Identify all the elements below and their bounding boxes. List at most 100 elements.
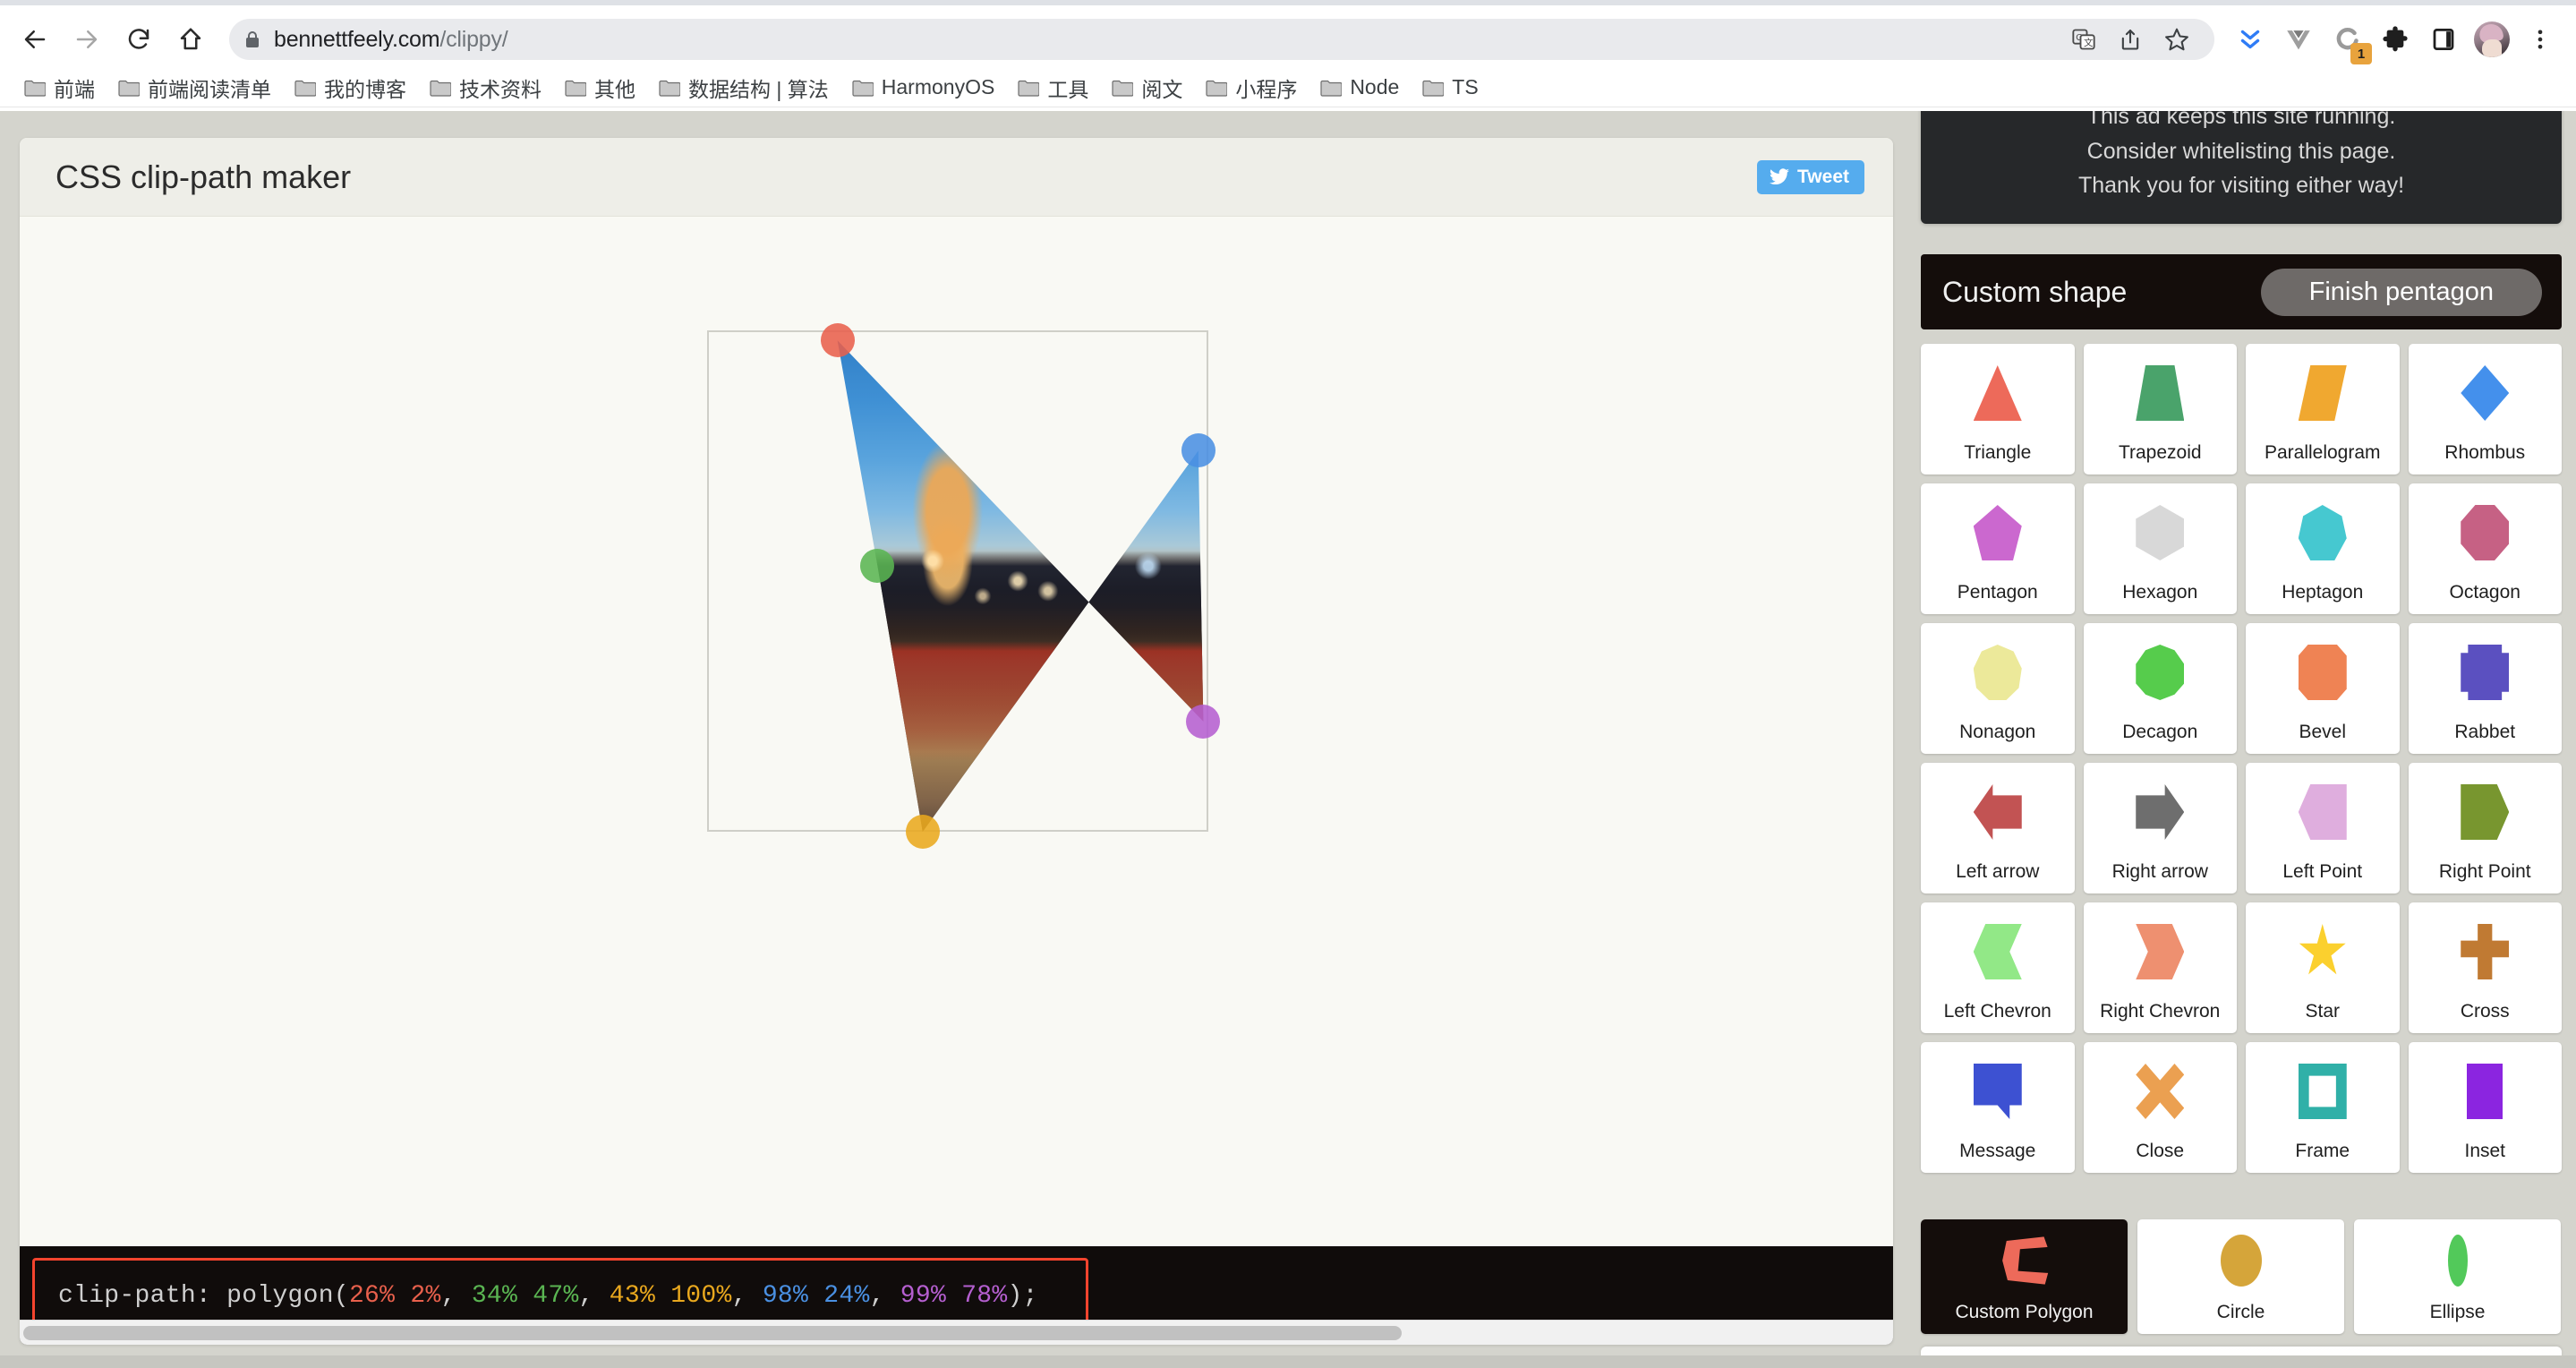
translate-icon[interactable]: G文 [2062, 18, 2105, 61]
trapezoid-shape-icon [2084, 344, 2238, 442]
shape-cell-left-chevron[interactable]: Left Chevron [1921, 902, 2075, 1033]
shape-cell-circle[interactable]: Circle [2137, 1219, 2344, 1334]
bookmark-label: 小程序 [1235, 77, 1298, 101]
shape-cell-star[interactable]: Star [2246, 902, 2400, 1033]
shape-cell-trapezoid[interactable]: Trapezoid [2083, 344, 2238, 475]
shape-cell-left-point[interactable]: Left Point [2246, 763, 2400, 893]
vue-devtools-icon[interactable] [2275, 16, 2322, 63]
clip-path-code: clip-path: polygon(26% 2%, 34% 47%, 43% … [58, 1281, 1038, 1310]
bookmark-folder[interactable]: 阅文 [1100, 68, 1194, 107]
shape-cell-nonagon[interactable]: Nonagon [1921, 623, 2075, 754]
code-point-0-y: 2% [410, 1281, 441, 1310]
parallelogram-shape-icon [2246, 344, 2400, 442]
home-icon[interactable] [165, 13, 217, 65]
shape-cell-rabbet[interactable]: Rabbet [2408, 623, 2562, 754]
clip-handle-1[interactable] [860, 549, 895, 584]
scrollbar-thumb[interactable] [23, 1326, 1402, 1340]
page-header: CSS clip-path maker Tweet [20, 138, 1893, 217]
shape-cell-right-point[interactable]: Right Point [2408, 763, 2562, 893]
extension-badge-icon[interactable]: 1 [2324, 16, 2372, 64]
shape-cell-inset[interactable]: Inset [2408, 1042, 2562, 1173]
shape-label: Right Chevron [2100, 1001, 2221, 1022]
shape-cell-rhombus[interactable]: Rhombus [2408, 344, 2562, 475]
shape-cell-close[interactable]: Close [2083, 1042, 2237, 1173]
share-icon[interactable] [2109, 18, 2152, 61]
hexagon-shape-icon [2084, 483, 2238, 582]
shape-label: Pentagon [1957, 582, 2038, 603]
folder-icon [1112, 79, 1134, 97]
code-point-4-x: 99% [900, 1281, 947, 1310]
shape-cell-parallelogram[interactable]: Parallelogram [2246, 344, 2400, 475]
shape-cell-frame[interactable]: Frame [2246, 1042, 2400, 1173]
bookmark-folder[interactable]: 数据结构 | 算法 [647, 68, 840, 107]
clip-handle-2[interactable] [905, 815, 940, 849]
horizontal-scrollbar[interactable] [20, 1320, 1893, 1345]
bookmark-folder[interactable]: 我的博客 [283, 68, 418, 107]
code-point-1-x: 34% [471, 1281, 518, 1310]
kebab-menu-icon[interactable] [2517, 16, 2563, 63]
shape-label: Inset [2464, 1141, 2506, 1161]
code-point-3-y: 24% [823, 1281, 870, 1310]
shape-cell-right-arrow[interactable]: Right arrow [2083, 763, 2238, 893]
shape-cell-triangle[interactable]: Triangle [1921, 344, 2075, 475]
bookmark-folder[interactable]: 工具 [1006, 68, 1100, 107]
extension-badge-count: 1 [2350, 43, 2372, 64]
code-point-4-y: 78% [961, 1281, 1008, 1310]
address-bar[interactable]: bennettfeely.com/clippy/ G文 [229, 19, 2214, 60]
ad-notice: This ad keeps this site running. Conside… [1921, 111, 2562, 224]
ad-line-3: Thank you for visiting either way! [2077, 173, 2405, 199]
shape-cell-bevel[interactable]: Bevel [2246, 623, 2400, 754]
code-point-3-x: 98% [762, 1281, 809, 1310]
shape-label: Heptagon [2282, 582, 2364, 603]
shape-cell-cross[interactable]: Cross [2408, 902, 2562, 1033]
bookmark-folder[interactable]: 前端 [13, 68, 107, 107]
twitter-bird-icon [1770, 167, 1790, 184]
bookmark-folder[interactable]: HarmonyOS [840, 71, 1007, 104]
folder-icon [118, 79, 140, 97]
bookmark-label: 我的博客 [324, 77, 406, 101]
code-property: clip-path: polygon( [58, 1281, 349, 1310]
folder-icon [430, 79, 451, 97]
puzzle-icon[interactable] [2372, 16, 2418, 63]
clip-canvas-area [20, 217, 1893, 1246]
star-icon[interactable] [2155, 18, 2198, 61]
shape-cell-message[interactable]: Message [1921, 1042, 2075, 1173]
shape-sidebar: This ad keeps this site running. Conside… [1906, 111, 2576, 1368]
avatar[interactable] [2469, 16, 2515, 63]
ellipse-shape-icon [2354, 1219, 2561, 1302]
back-arrow-icon[interactable] [9, 13, 61, 65]
bookmark-folder[interactable]: 小程序 [1194, 68, 1309, 107]
shape-label: Triangle [1964, 442, 2032, 463]
folder-icon [565, 79, 586, 97]
shape-cell-heptagon[interactable]: Heptagon [2246, 483, 2400, 614]
shape-cell-hexagon[interactable]: Hexagon [2083, 483, 2238, 614]
forward-arrow-icon[interactable] [61, 13, 113, 65]
svg-text:文: 文 [2084, 37, 2094, 48]
bookmark-folder[interactable]: Node [1309, 71, 1411, 104]
clip-handle-3[interactable] [1181, 433, 1215, 468]
tab-strip [0, 0, 2576, 11]
shape-cell-pentagon[interactable]: Pentagon [1921, 483, 2075, 614]
shape-cell-right-chevron[interactable]: Right Chevron [2083, 902, 2237, 1033]
clip-handle-4[interactable] [1186, 704, 1221, 739]
shape-cell-decagon[interactable]: Decagon [2083, 623, 2237, 754]
bookmark-folder[interactable]: 其他 [553, 68, 647, 107]
shape-cell-custom-polygon[interactable]: Custom Polygon [1921, 1219, 2128, 1334]
shape-cell-ellipse[interactable]: Ellipse [2354, 1219, 2561, 1334]
bookmark-folder[interactable]: 技术资料 [418, 68, 553, 107]
bookmark-folder[interactable]: TS [1411, 71, 1489, 104]
right-arrow-shape-icon [2084, 763, 2238, 861]
tweet-button[interactable]: Tweet [1757, 159, 1864, 194]
bookmark-folder[interactable]: 前端阅读清单 [107, 68, 283, 107]
circle-shape-icon [2137, 1219, 2344, 1302]
shape-label: Bevel [2299, 722, 2347, 742]
side-panel-icon[interactable] [2420, 16, 2467, 63]
shape-cell-left-arrow[interactable]: Left arrow [1921, 763, 2075, 893]
bookmark-label: 前端 [54, 77, 95, 101]
finish-pentagon-button[interactable]: Finish pentagon [2260, 268, 2542, 316]
shape-label: Right arrow [2111, 861, 2208, 882]
shape-cell-octagon[interactable]: Octagon [2408, 483, 2562, 614]
reload-arrow-icon[interactable] [113, 13, 165, 65]
downloads-icon[interactable] [2227, 16, 2273, 63]
clip-handle-0[interactable] [820, 323, 855, 358]
